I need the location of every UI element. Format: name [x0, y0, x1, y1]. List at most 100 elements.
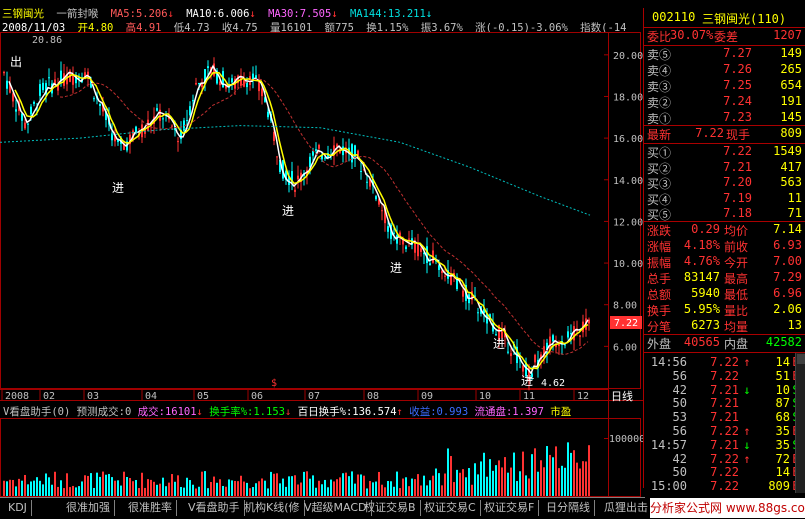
date-tick-label: 12 [577, 391, 589, 402]
earnings-value: 0.993 [436, 406, 469, 418]
volume-bar [525, 475, 527, 496]
sell-level-row[interactable]: 卖③ 7.25 654 [644, 78, 804, 94]
indicator-tab[interactable]: 日分隔线 [542, 500, 595, 516]
volume-bar [264, 480, 266, 496]
volume-bar [126, 476, 128, 496]
volume-bar [228, 479, 230, 496]
stat-value: 4.18% [683, 238, 720, 252]
candle-body [567, 331, 569, 338]
sell-price: 7.23 [723, 110, 752, 124]
stat-row: 换手 5.95% 量比 2.06 [644, 302, 804, 318]
indicator-tab[interactable]: 机构K线(修 [240, 500, 305, 516]
indicator-tab[interactable]: 权证交易C [420, 500, 481, 516]
indicator-tab[interactable]: V看盘助手 [184, 500, 245, 516]
volume-bar [501, 467, 503, 496]
tick-volume: 68 [775, 410, 790, 425]
volume-bar [369, 480, 371, 496]
diff-label: 委差 [714, 30, 739, 44]
candle-body [231, 78, 233, 83]
candle-body [276, 156, 278, 158]
volume-bar [390, 481, 392, 496]
buy-level-row[interactable]: 买① 7.22 1549 [644, 144, 804, 160]
stat-label: 涨幅 [647, 240, 672, 254]
sell-price: 7.25 [723, 78, 752, 92]
date-tick-label: 03 [87, 391, 99, 402]
sell-label: 卖② [647, 96, 672, 110]
candle-body [30, 106, 32, 115]
volume-bar [486, 476, 488, 496]
volume-bar [219, 479, 221, 496]
volume-bar [459, 472, 461, 496]
volume-bar [96, 472, 98, 496]
volume-bar [429, 480, 431, 496]
volume-bar [78, 486, 80, 496]
buy-level-row[interactable]: 买② 7.21 417 [644, 160, 804, 176]
stat-label: 振幅 [647, 256, 672, 270]
lower-title[interactable]: V看盘助手(0) [3, 406, 70, 418]
last-price-row: 最新 7.22 现手 809 [644, 126, 804, 142]
buy-level-row[interactable]: 买⑤ 7.18 71 [644, 206, 804, 222]
period-button[interactable]: 日线 [611, 389, 633, 403]
volume-bar [561, 465, 563, 496]
in-signal: 进 [390, 261, 402, 275]
volume-bar [543, 467, 545, 496]
volume-bar [336, 479, 338, 496]
candle-body [6, 80, 8, 89]
volume-bar [444, 473, 446, 496]
candle-body [381, 210, 383, 212]
sell-volume: 145 [780, 110, 802, 124]
volume-bar [108, 473, 110, 496]
down-arrow-icon: ↓ [196, 406, 203, 418]
volume-bar [39, 480, 41, 496]
indicator-tab[interactable]: 瓜狸出击 [600, 500, 653, 516]
price-tick-label: 18.00 [613, 92, 643, 103]
float-value: 1.397 [512, 406, 544, 418]
sell-label: 卖③ [647, 80, 672, 94]
sell-level-row[interactable]: 卖② 7.24 191 [644, 94, 804, 110]
buy-price: 7.19 [723, 190, 752, 205]
stat-label: 换手 [647, 304, 672, 318]
candle-body [42, 82, 44, 91]
last-value: 7.22 [695, 126, 724, 140]
indicator-tab[interactable]: KDJ [4, 500, 32, 516]
date-tick-label: 04 [145, 391, 157, 402]
volume-bar [315, 487, 317, 496]
buy-level-row[interactable]: 买④ 7.19 11 [644, 191, 804, 207]
price-tick-label: 8.00 [613, 301, 637, 312]
now-label: 现手 [726, 128, 751, 142]
volume-bar [60, 480, 62, 496]
volume-bar [312, 475, 314, 496]
volume-bar [417, 474, 419, 496]
stat-label: 最高 [724, 272, 749, 286]
dividend-marker-icon: $ [271, 378, 277, 389]
buy-label: 买② [647, 161, 672, 176]
volume-bar [297, 484, 299, 496]
volume-bar [414, 479, 416, 496]
stat-label: 总手 [647, 272, 672, 286]
volume-bar [93, 487, 95, 496]
indicator-tab[interactable]: 很准胜率 [124, 500, 177, 516]
indicator-tab[interactable]: 很准加强 [62, 500, 115, 516]
candle-body [72, 75, 74, 85]
volume-bar [489, 459, 491, 496]
stat-row: 总额 5940 最低 6.96 [644, 286, 804, 302]
sell-level-row[interactable]: 卖⑤ 7.27 149 [644, 46, 804, 62]
turnover-label: 换手率%: [209, 406, 254, 418]
stat-label: 最低 [724, 288, 749, 302]
tick-scrollbar[interactable] [795, 353, 805, 493]
date-tick-label: 2008 [5, 391, 29, 402]
buy-level-row[interactable]: 买③ 7.20 563 [644, 175, 804, 191]
sell-level-row[interactable]: 卖① 7.23 145 [644, 110, 804, 126]
sell-volume: 654 [780, 78, 802, 92]
volume-bar [45, 473, 47, 496]
kline-chart[interactable]: 20.00 18.00 16.00 14.00 12.00 10.00 8.00 6.00 2… [0, 0, 643, 497]
tick-volume: 809 [768, 479, 790, 494]
indicator-tab[interactable]: 权证交易B [360, 500, 421, 516]
volume-bar [75, 487, 77, 496]
sell-level-row[interactable]: 卖④ 7.26 265 [644, 62, 804, 78]
volume-bar [15, 486, 17, 496]
volume-bar [582, 461, 584, 496]
indicator-tab[interactable]: 权证交易F [480, 500, 540, 516]
stat-value: 0.29 [691, 222, 720, 236]
up-arrow-icon: ↑ [743, 355, 751, 369]
